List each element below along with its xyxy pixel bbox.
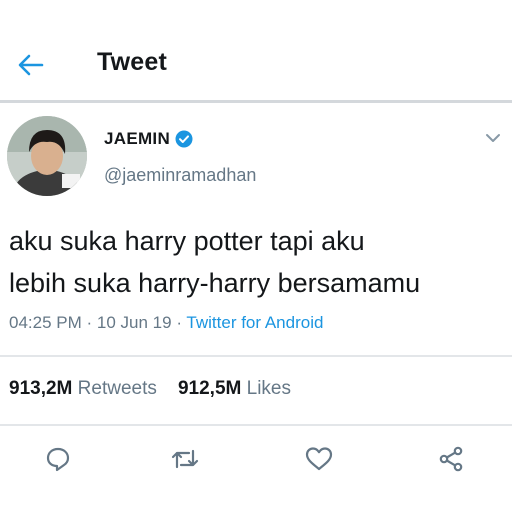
likes-stat[interactable]: 912,5M Likes <box>178 378 291 399</box>
avatar-image <box>7 116 87 196</box>
meta-separator: · <box>86 313 93 332</box>
tweet-source-link[interactable]: Twitter for Android <box>186 313 323 332</box>
tweet-text-line: lebih suka harry-harry bersamamu <box>9 268 421 298</box>
arrow-left-icon <box>18 54 44 76</box>
meta-separator: · <box>176 313 182 332</box>
reply-button[interactable] <box>43 444 73 474</box>
tweet-text-line: aku suka harry potter tapi aku <box>9 226 365 256</box>
like-button[interactable] <box>304 444 334 474</box>
retweet-button[interactable] <box>170 444 200 474</box>
likes-count: 912,5M <box>177 378 242 399</box>
retweets-label: Retweets <box>77 378 157 399</box>
avatar[interactable] <box>7 116 87 196</box>
share-icon <box>439 446 463 472</box>
page-title: Tweet <box>97 48 167 76</box>
share-button[interactable] <box>436 444 466 474</box>
likes-label: Likes <box>246 378 291 399</box>
retweets-stat[interactable]: 913,2M Retweets <box>9 378 162 399</box>
like-icon <box>305 447 333 471</box>
author-handle[interactable]: @jaeminramadhan <box>104 165 256 186</box>
author-name-row[interactable]: JAEMIN <box>104 129 193 149</box>
divider <box>0 424 512 426</box>
tweet-date: 10 Jun 19 <box>96 313 172 332</box>
top-app-bar: Tweet <box>0 30 512 103</box>
more-options-button[interactable] <box>483 128 503 148</box>
back-button[interactable] <box>16 50 46 80</box>
chevron-down-icon <box>486 134 500 142</box>
retweets-count: 913,2M <box>9 378 73 399</box>
tweet-stats: 913,2M Retweets 912,5M Likes <box>9 378 291 400</box>
verified-badge-icon <box>175 130 193 148</box>
tweet-time: 04:25 PM <box>9 313 82 332</box>
tweet-meta: 04:25 PM · 10 Jun 19 · Twitter for Andro… <box>9 313 323 333</box>
author-display-name: JAEMIN <box>104 129 171 148</box>
divider <box>0 355 512 357</box>
tweet-text: aku suka harry potter tapi aku lebih suk… <box>9 220 509 304</box>
retweet-icon <box>171 449 199 469</box>
reply-icon <box>46 447 70 472</box>
